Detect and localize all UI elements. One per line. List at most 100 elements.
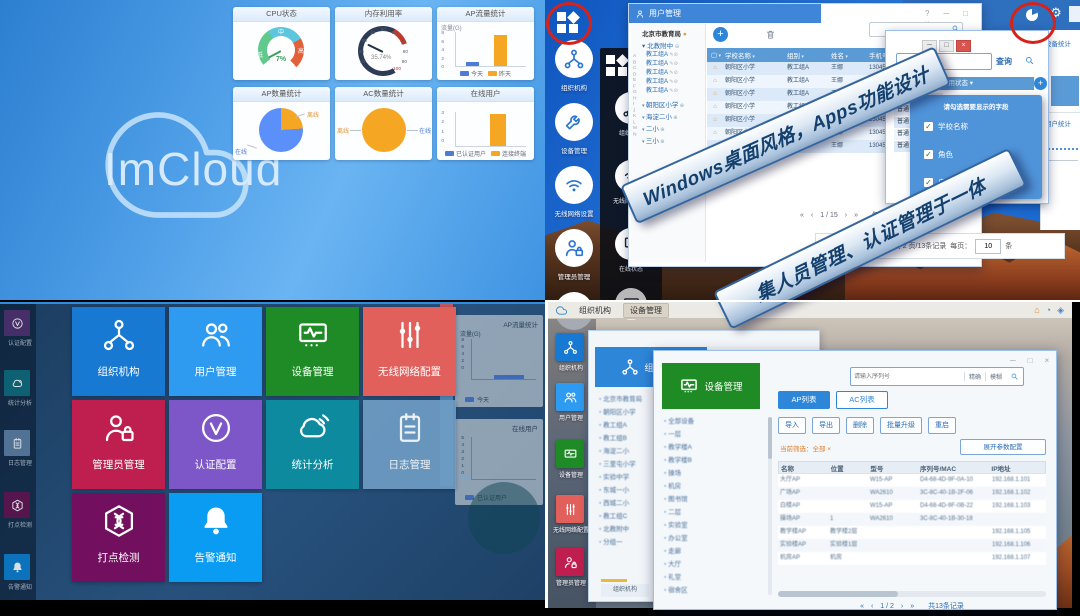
fuzzy-mode-select[interactable]: 模糊 xyxy=(985,372,1006,381)
org-root[interactable]: 北京市教育局 ● xyxy=(642,28,687,38)
expand-config-button[interactable]: 展开参数配置 xyxy=(960,439,1046,455)
tree-item[interactable]: 实验室 xyxy=(664,519,766,532)
table-row[interactable]: 广场APWA26103C-8C-40-1B-2F-06192.168.1.102 xyxy=(778,487,1046,500)
add-user-button[interactable]: + xyxy=(713,27,728,42)
tree-item[interactable]: 教学楼B xyxy=(664,454,766,467)
tree-scrollbar[interactable] xyxy=(768,417,772,595)
tile-device-management[interactable]: 设备管理 xyxy=(266,307,359,396)
tile-auth-config[interactable]: 认证配置 xyxy=(169,400,262,489)
tree-group[interactable]: 海淀二小 xyxy=(642,112,702,124)
filter-breadcrumb[interactable]: 当前筛选：全部 × xyxy=(780,443,831,453)
tree-item[interactable]: 一层 xyxy=(664,428,766,441)
tile-log-management[interactable]: 日志管理 xyxy=(363,400,456,489)
checkbox-column[interactable]: ▢ xyxy=(707,51,723,59)
window-chip[interactable]: 组织机构 xyxy=(601,584,649,597)
tree-item[interactable]: 教工组A xyxy=(646,87,702,96)
per-page-input[interactable] xyxy=(975,239,1001,254)
admin-lock-icon[interactable] xyxy=(556,548,584,576)
tab-ap-list[interactable]: AP列表 xyxy=(778,391,830,409)
device-window-header[interactable]: 设备管理 xyxy=(662,363,760,409)
tree-item[interactable]: 操场 xyxy=(664,467,766,480)
checkbox-icon[interactable]: ✓ xyxy=(924,122,933,131)
column-name[interactable]: 姓名 xyxy=(829,50,867,60)
tile-wireless-config[interactable]: 无线网络配置 xyxy=(363,307,456,396)
org-chart-icon[interactable] xyxy=(556,333,584,361)
window-titlebar[interactable]: 用户管理 xyxy=(629,4,821,23)
device-monitor-icon[interactable] xyxy=(556,440,584,468)
horizontal-scrollbar[interactable] xyxy=(778,591,1046,597)
tree-item[interactable]: 办公室 xyxy=(664,532,766,545)
tree-item[interactable]: 教工组A xyxy=(646,60,702,69)
alphabet-index[interactable]: G xyxy=(633,90,637,96)
tree-item[interactable]: 宿舍区 xyxy=(664,584,766,597)
table-row[interactable]: 教学楼AP教学楼2层192.168.1.105 xyxy=(778,526,1046,539)
tree-group[interactable]: 三小 xyxy=(642,136,702,148)
tree-item[interactable]: 礼堂 xyxy=(664,571,766,584)
theme-icon[interactable]: ◔ xyxy=(1046,305,1051,315)
tree-item[interactable]: 走廊 xyxy=(664,545,766,558)
search-icon[interactable] xyxy=(1006,372,1023,381)
add-column-button[interactable]: + xyxy=(1034,77,1047,90)
column-header[interactable]: 位置 xyxy=(829,463,869,473)
tree-group[interactable]: 朝阳区小学 xyxy=(642,100,702,112)
column-group[interactable]: 组别 xyxy=(785,50,829,60)
admin-lock-icon[interactable] xyxy=(555,229,593,267)
taskbar-tab-active[interactable]: 设备管理 xyxy=(623,303,669,318)
tree-item[interactable]: 教工组A xyxy=(646,51,702,60)
query-button[interactable]: 查询 xyxy=(996,56,1012,67)
tree-item[interactable]: 教学楼A xyxy=(664,441,766,454)
apps-icon[interactable]: ◈ xyxy=(1057,305,1064,316)
tree-item[interactable]: 教工组A xyxy=(646,78,702,87)
taskbar-tab[interactable]: 组织机构 xyxy=(573,304,617,317)
window-controls[interactable]: ─ □ × xyxy=(1010,355,1051,366)
org-chart-icon[interactable] xyxy=(555,40,593,78)
table-row[interactable]: 机房AP机房192.168.1.107 xyxy=(778,552,1046,565)
wrench-icon[interactable] xyxy=(555,103,593,141)
toolbar-button[interactable]: 删除 xyxy=(846,417,874,434)
column-header[interactable]: IP地址 xyxy=(989,463,1045,473)
table-row[interactable]: 实验楼AP实验楼1层192.168.1.106 xyxy=(778,539,1046,552)
tree-item[interactable]: 全部设备 xyxy=(664,415,766,428)
tree-item[interactable]: 图书馆 xyxy=(664,493,766,506)
status-column-header[interactable]: 启用状态 ▾ xyxy=(938,77,1034,90)
pagination[interactable]: « ‹ 1 / 2 › » 共13条记录 xyxy=(778,601,1046,611)
tab-ac-list[interactable]: AC列表 xyxy=(836,391,888,409)
field-option[interactable]: ✓角色 xyxy=(924,149,953,160)
alphabet-index[interactable]: N xyxy=(633,132,637,138)
toolbar-button[interactable]: 导出 xyxy=(812,417,840,434)
sliders-icon[interactable] xyxy=(556,495,584,523)
trash-icon[interactable] xyxy=(765,29,776,40)
tree-item[interactable]: 教工组A xyxy=(646,69,702,78)
home-icon[interactable]: ⌂ xyxy=(1034,305,1039,315)
tile-admin-management[interactable]: 管理员管理 xyxy=(72,400,165,489)
table-row[interactable]: 大厅APW15-APD4-68-4D-9F-0A-10192.168.1.101 xyxy=(778,474,1046,487)
collapse-icon[interactable]: ⊖ xyxy=(675,44,679,50)
table-row[interactable]: 操场AP1WA26103C-8C-40-1B-30-18 xyxy=(778,513,1046,526)
tile-probe-detection[interactable]: 打点检测 xyxy=(72,493,165,582)
column-header[interactable]: 型号 xyxy=(868,463,918,473)
tree-item[interactable]: 二层 xyxy=(664,506,766,519)
alphabet-index[interactable]: M xyxy=(633,126,637,132)
maximize-button[interactable]: □ xyxy=(939,40,954,52)
tiles-logo-icon[interactable] xyxy=(557,12,579,34)
toolbar-button[interactable]: 批量升级 xyxy=(880,417,922,434)
tile-alert-notification[interactable]: 告警通知 xyxy=(169,493,262,582)
tiles-logo-icon[interactable] xyxy=(606,55,628,77)
exact-mode-select[interactable]: 精确 xyxy=(964,372,985,381)
toolbar-button[interactable]: 重启 xyxy=(928,417,956,434)
toolbar-button[interactable]: 导入 xyxy=(778,417,806,434)
tile-org-structure[interactable]: 组织机构 xyxy=(72,307,165,396)
users-icon[interactable] xyxy=(556,383,584,411)
close-button[interactable]: × xyxy=(956,40,971,52)
tree-group[interactable]: ▾ 北教附中 ⊖ xyxy=(642,40,679,50)
column-header[interactable]: 序列号/MAC xyxy=(918,463,989,473)
tree-item[interactable]: 机房 xyxy=(664,480,766,493)
tree-group[interactable]: 二小 xyxy=(642,124,702,136)
column-header[interactable]: 名称 xyxy=(779,463,829,473)
field-option[interactable]: ✓学校名称 xyxy=(924,121,968,132)
serial-search-input[interactable] xyxy=(851,373,964,381)
column-school[interactable]: 学校名称 xyxy=(723,50,785,60)
tree-item[interactable]: 大厅 xyxy=(664,558,766,571)
alphabet-index[interactable]: C xyxy=(633,66,637,72)
tile-statistics[interactable]: 统计分析 xyxy=(266,400,359,489)
